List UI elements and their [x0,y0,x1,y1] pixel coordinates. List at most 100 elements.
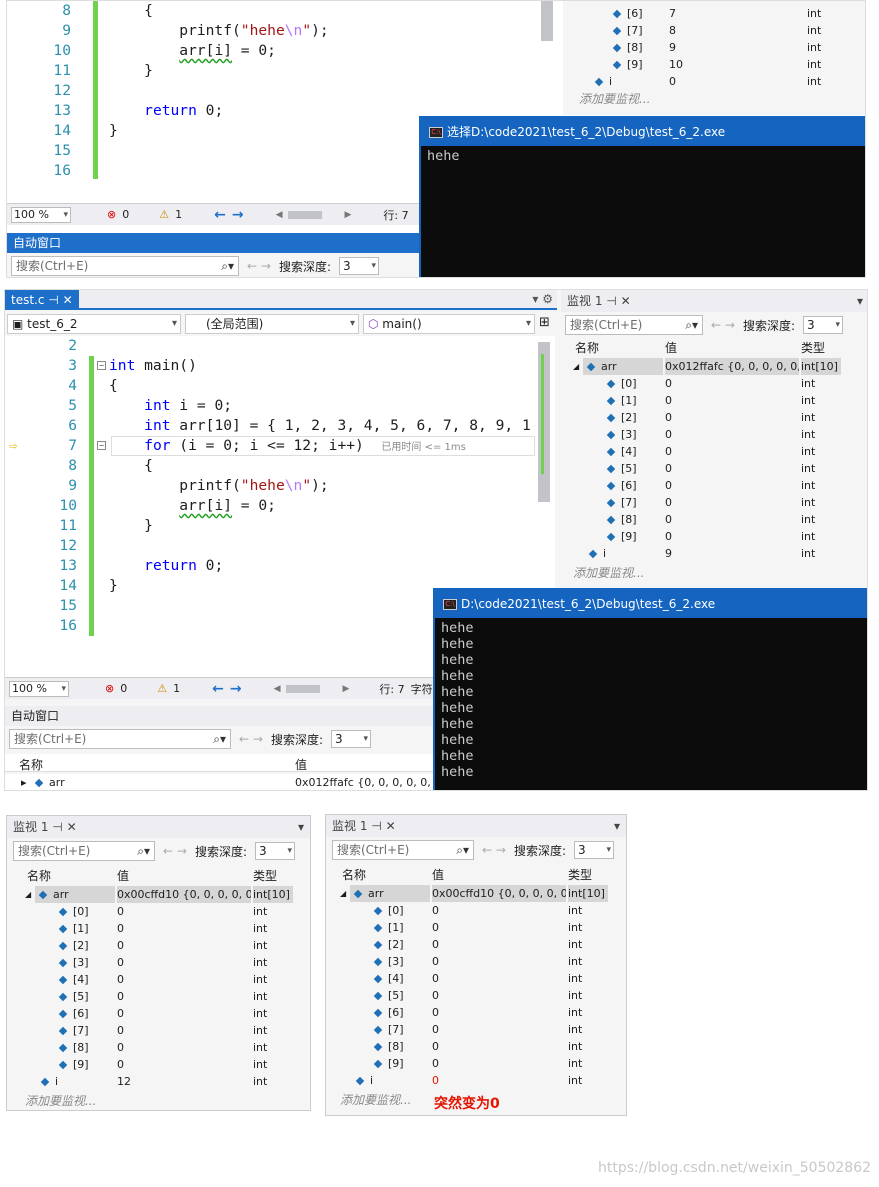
watch-row-item[interactable]: [6] 7 int [563,5,853,22]
watch-search[interactable]: 搜索(Ctrl+E) ⌕▾ [332,840,474,860]
scope-dropdown[interactable]: (全局范围) [185,314,359,334]
code-line[interactable]: } [109,576,118,596]
project-dropdown[interactable]: ▣ test_6_2 [7,314,181,334]
watch-row-item[interactable]: [5] 0 int [7,988,297,1005]
dropdown-icon[interactable]: ▾ [614,815,620,837]
search-icon[interactable]: ⌕▾ [456,841,469,859]
depth-select[interactable]: 3 [573,841,614,859]
collapse-arrow-icon[interactable]: ◢ [25,886,31,903]
code-line[interactable]: } [109,516,153,536]
watch-row-item[interactable]: [5] 0 int [326,987,616,1004]
code-line[interactable]: for (i = 0; i <= 12; i++) 已用时间 <= 1ms [109,436,466,458]
watch-row-item[interactable]: [6] 0 int [326,1004,616,1021]
watch-row-item[interactable]: [1] 0 int [7,920,297,937]
zoom-select[interactable]: 100 % [11,206,71,223]
pin-icon[interactable]: ⊣ [52,820,62,834]
watch-row-item[interactable]: [8] 0 int [7,1039,297,1056]
watch-row-item[interactable]: [0] 0 int [7,903,297,920]
watch-row-item[interactable]: [3] 0 int [7,954,297,971]
hscroll-left-icon[interactable]: ◀ [274,684,281,694]
code-line[interactable]: { [109,456,153,476]
watch-row-item[interactable]: [9] 0 int [561,528,851,545]
close-icon[interactable]: ✕ [67,820,77,834]
close-icon[interactable]: ✕ [386,819,396,833]
code-line[interactable] [109,596,144,616]
watch-row-item[interactable]: [3] 0 int [326,953,616,970]
watch-row-item[interactable]: [1] 0 int [561,392,851,409]
watch-row-item[interactable]: [9] 0 int [7,1056,297,1073]
warning-icon[interactable]: ⚠ [157,682,167,695]
nav-forward-icon[interactable]: → [230,681,242,697]
mid-console-window[interactable]: C:\ D:\code2021\test_6_2\Debug\test_6_2.e… [433,588,867,790]
watch-row-item[interactable]: [6] 0 int [7,1005,297,1022]
watch-row-item[interactable]: [4] 0 int [7,971,297,988]
search-icon[interactable]: ⌕▾ [685,316,698,334]
watch-row-item[interactable]: [1] 0 int [326,919,616,936]
watch-row-item[interactable]: [0] 0 int [326,902,616,919]
watch-row-item[interactable]: [5] 0 int [561,460,851,477]
nav-forward-icon[interactable]: → [232,207,244,223]
code-line[interactable]: int main() [109,356,197,376]
code-line[interactable]: return 0; [109,101,223,121]
dropdown-icon[interactable]: ▾ [298,816,304,838]
search-back-icon[interactable]: ← → [239,732,263,746]
watch-row-i[interactable]: i 12 int [7,1073,297,1090]
search-back-icon[interactable]: ← → [163,844,187,858]
watch-row-i[interactable]: i 9 int [561,545,851,562]
watch-row-item[interactable]: [4] 0 int [561,443,851,460]
depth-select[interactable]: 3 [338,257,379,275]
watch-row-item[interactable]: [0] 0 int [561,375,851,392]
collapse-icon[interactable]: − [97,361,106,370]
nav-back-icon[interactable]: ← [212,681,224,697]
console-titlebar[interactable]: C:\ 选择D:\code2021\test_6_2\Debug\test_6_2… [421,118,865,146]
code-line[interactable]: int i = 0; [109,396,232,416]
watch-title-bar[interactable]: 监视 1 ⊣ ✕ ▾ [7,816,310,838]
mid-vscroll[interactable] [538,342,550,502]
pin-icon[interactable]: ⊣ [606,294,616,308]
close-icon[interactable]: ✕ [621,294,631,308]
top-vscroll[interactable] [541,1,553,41]
watch-row-item[interactable]: [7] 0 int [326,1021,616,1038]
code-line[interactable] [109,141,144,161]
watch-row-item[interactable]: [8] 0 int [326,1038,616,1055]
expand-icon[interactable]: ▸ [21,776,27,789]
search-icon[interactable]: ⌕▾ [137,842,150,860]
watch-row-item[interactable]: [3] 0 int [561,426,851,443]
code-line[interactable] [109,336,144,356]
code-line[interactable] [109,616,144,636]
pin-icon[interactable]: ⊣ [48,293,58,307]
hscroll-right-icon[interactable]: ▶ [344,210,351,220]
error-icon[interactable]: ⊗ [105,682,114,695]
mid-autos-row-arr[interactable]: ▸ arr 0x012ffafc {0, 0, 0, 0, 0, 0 [5,774,433,790]
close-icon[interactable]: ✕ [63,293,73,307]
mid-autos-search[interactable]: 搜索(Ctrl+E) ⌕▾ [9,729,231,749]
code-line[interactable]: { [109,1,153,21]
search-icon[interactable]: ⌕▾ [221,257,234,275]
watch-row-item[interactable]: [2] 0 int [326,936,616,953]
watch-row-item[interactable]: [2] 0 int [7,937,297,954]
add-watch-hint[interactable]: 添加要监视... [25,1092,96,1109]
hscroll-left-icon[interactable]: ◀ [276,210,283,220]
pin-icon[interactable]: ⊣ [371,819,381,833]
watch-row-arr[interactable]: ◢ arr 0x00cffd10 {0, 0, 0, 0, 0,...int[10] [7,886,297,903]
depth-select[interactable]: 3 [802,316,843,334]
top-autos-header[interactable]: 自动窗口 [7,233,419,253]
code-line[interactable]: arr[i] = 0; [109,41,276,61]
watch-row-item[interactable]: [7] 8 int [563,22,853,39]
code-line[interactable]: return 0; [109,556,223,576]
code-line[interactable] [109,81,144,101]
add-watch-hint[interactable]: 添加要监视... [579,90,650,107]
watch-row-item[interactable]: [9] 10 int [563,56,853,73]
watch-row-item[interactable]: [8] 0 int [561,511,851,528]
watch-title-bar[interactable]: 监视 1 ⊣ ✕ ▾ [326,815,626,837]
collapse-arrow-icon[interactable]: ◢ [340,885,346,902]
mid-autos-header[interactable]: 自动窗口 [5,706,433,726]
search-back-icon[interactable]: ← → [711,318,735,332]
code-line[interactable]: arr[i] = 0; [109,496,276,516]
code-line[interactable]: printf("hehe\n"); [109,21,328,41]
depth-select[interactable]: 3 [254,842,295,860]
dropdown-icon[interactable]: ▾ [857,290,863,312]
collapse-arrow-icon[interactable]: ◢ [573,358,579,375]
code-line[interactable]: { [109,376,118,396]
warning-icon[interactable]: ⚠ [159,208,169,221]
